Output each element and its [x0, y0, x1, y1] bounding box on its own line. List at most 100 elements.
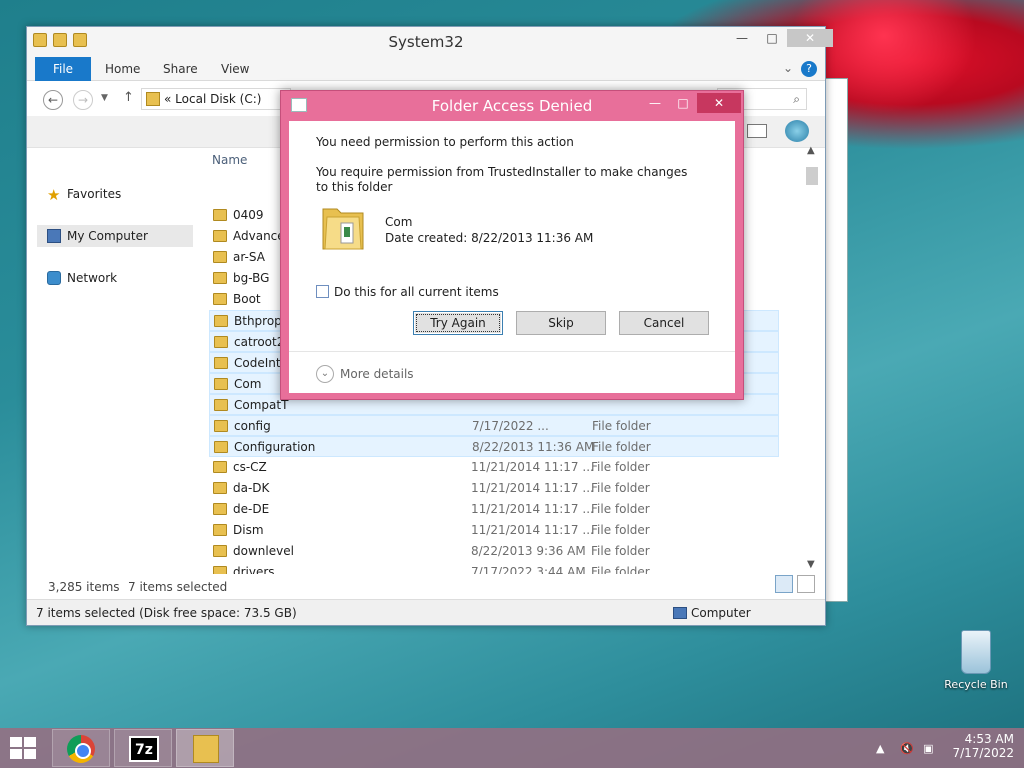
dialog-close-button[interactable]: ✕ [697, 93, 741, 113]
file-date: 7/17/2022 ... [472, 419, 549, 433]
tab-file[interactable]: File [35, 57, 91, 81]
folder-icon [213, 272, 227, 284]
expand-ribbon-chevron-icon[interactable]: ⌄ [783, 61, 793, 75]
file-name: downlevel [233, 544, 294, 558]
folder-icon [214, 420, 228, 432]
scroll-down-arrow-icon[interactable]: ▼ [807, 559, 815, 570]
folder-icon [214, 315, 228, 327]
folder-icon [214, 357, 228, 369]
tab-share[interactable]: Share [163, 57, 198, 81]
close-button[interactable]: ✕ [787, 29, 833, 47]
chevron-down-icon[interactable]: ⌄ [316, 365, 334, 383]
table-row[interactable]: de-DE 11/21/2014 11:17 ... File folder [209, 499, 779, 520]
search-icon: ⌕ [793, 92, 800, 106]
file-name: da-DK [233, 481, 270, 495]
apply-to-all-checkbox[interactable] [316, 285, 329, 298]
table-row[interactable]: drivers 7/17/2022 3:44 AM File folder [209, 562, 779, 574]
window-title: System32 [388, 33, 464, 51]
clock-date: 7/17/2022 [952, 746, 1014, 760]
file-name: 0409 [233, 208, 264, 222]
minimize-button[interactable]: — [727, 29, 757, 47]
apply-to-all-label[interactable]: Do this for all current items [334, 285, 499, 299]
item-count: 3,285 items [48, 580, 120, 594]
more-details-link[interactable]: More details [340, 367, 414, 381]
tab-home[interactable]: Home [105, 57, 140, 81]
item-date-created: Date created: 8/22/2013 11:36 AM [385, 231, 594, 245]
file-type: File folder [591, 481, 650, 495]
file-name: Boot [233, 292, 261, 306]
folder-icon [214, 378, 228, 390]
selected-count: 7 items selected [128, 580, 228, 594]
details-view-icon[interactable] [775, 575, 793, 593]
windows-logo-icon [24, 749, 36, 759]
back-button[interactable]: ← [43, 90, 63, 110]
table-row[interactable]: config 7/17/2022 ... File folder [209, 415, 779, 436]
view-buttons [775, 575, 815, 593]
start-button[interactable] [10, 737, 38, 759]
file-date: 11/21/2014 11:17 ... [471, 523, 594, 537]
address-path: Local Disk (C:) [175, 92, 262, 106]
nav-item-network[interactable]: Network [37, 267, 193, 289]
file-type: File folder [592, 440, 651, 454]
cancel-button[interactable]: Cancel [619, 311, 709, 335]
table-row[interactable]: downlevel 8/22/2013 9:36 AM File folder [209, 541, 779, 562]
tab-view[interactable]: View [221, 57, 249, 81]
file-date: 8/22/2013 11:36 AM [472, 440, 595, 454]
file-name: bg-BG [233, 271, 270, 285]
preview-pane-icon[interactable] [747, 124, 767, 138]
taskbar-file-explorer[interactable] [176, 729, 234, 767]
taskbar-7zip[interactable]: 7z [114, 729, 172, 767]
large-icons-view-icon[interactable] [797, 575, 815, 593]
recycle-bin-icon [961, 630, 991, 674]
table-row[interactable]: Dism 11/21/2014 11:17 ... File folder [209, 520, 779, 541]
seven-zip-icon: 7z [129, 736, 159, 762]
system-tray-icons: ▲ 🔇 ▣ [876, 742, 934, 755]
table-row[interactable]: cs-CZ 11/21/2014 11:17 ... File folder [209, 457, 779, 478]
dialog-divider [289, 351, 735, 352]
globe-icon[interactable] [785, 120, 809, 142]
navigation-pane: ★ Favorites My Computer Network [27, 149, 203, 574]
folder-icon [213, 545, 227, 557]
recycle-bin-shortcut[interactable]: Recycle Bin [942, 630, 1010, 691]
try-again-button[interactable]: Try Again [413, 311, 503, 335]
column-header-name[interactable]: Name [212, 153, 247, 167]
file-type: File folder [591, 544, 650, 558]
dialog-maximize-button[interactable]: □ [669, 93, 697, 113]
title-bar[interactable]: System32 — □ ✕ [27, 27, 833, 57]
file-name: Configuration [234, 440, 316, 454]
folder-icon [322, 208, 364, 250]
taskbar-chrome[interactable] [52, 729, 110, 767]
address-input[interactable]: « Local Disk (C:) [141, 88, 291, 110]
skip-button[interactable]: Skip [516, 311, 606, 335]
dialog-heading: You need permission to perform this acti… [316, 135, 574, 149]
up-arrow-icon[interactable]: ↑ [123, 90, 134, 105]
dialog-minimize-button[interactable]: — [641, 93, 669, 113]
folder-icon [213, 461, 227, 473]
scroll-up-arrow-icon[interactable]: ▲ [807, 145, 815, 156]
nav-item-my-computer[interactable]: My Computer [37, 225, 193, 247]
star-icon: ★ [47, 186, 61, 204]
vertical-scrollbar[interactable]: ▲ ▼ [803, 145, 821, 574]
scrollbar-thumb[interactable] [806, 167, 818, 185]
details-selection: 7 items selected (Disk free space: 73.5 … [36, 606, 297, 620]
folder-icon [213, 482, 227, 494]
folder-icon [214, 441, 228, 453]
folder-icon [213, 566, 227, 574]
nav-item-label: My Computer [67, 229, 148, 243]
table-row[interactable]: Configuration 8/22/2013 11:36 AM File fold… [209, 436, 779, 457]
file-date: 11/21/2014 11:17 ... [471, 481, 594, 495]
forward-button[interactable]: → [73, 90, 93, 110]
chrome-icon [67, 735, 95, 763]
help-icon[interactable]: ? [801, 61, 817, 77]
recent-locations-chevron-icon[interactable]: ▼ [101, 93, 108, 103]
details-location: Computer [691, 606, 751, 620]
clock[interactable]: 4:53 AM 7/17/2022 [952, 732, 1014, 760]
speaker-muted-icon[interactable]: 🔇 [900, 742, 914, 755]
file-date: 8/22/2013 9:36 AM [471, 544, 586, 558]
nav-item-favorites[interactable]: ★ Favorites [37, 183, 193, 205]
network-icon [47, 271, 61, 285]
maximize-button[interactable]: □ [757, 29, 787, 47]
table-row[interactable]: da-DK 11/21/2014 11:17 ... File folder [209, 478, 779, 499]
network-tray-icon[interactable]: ▣ [923, 742, 933, 755]
show-hidden-icons-arrow-icon[interactable]: ▲ [876, 742, 884, 755]
